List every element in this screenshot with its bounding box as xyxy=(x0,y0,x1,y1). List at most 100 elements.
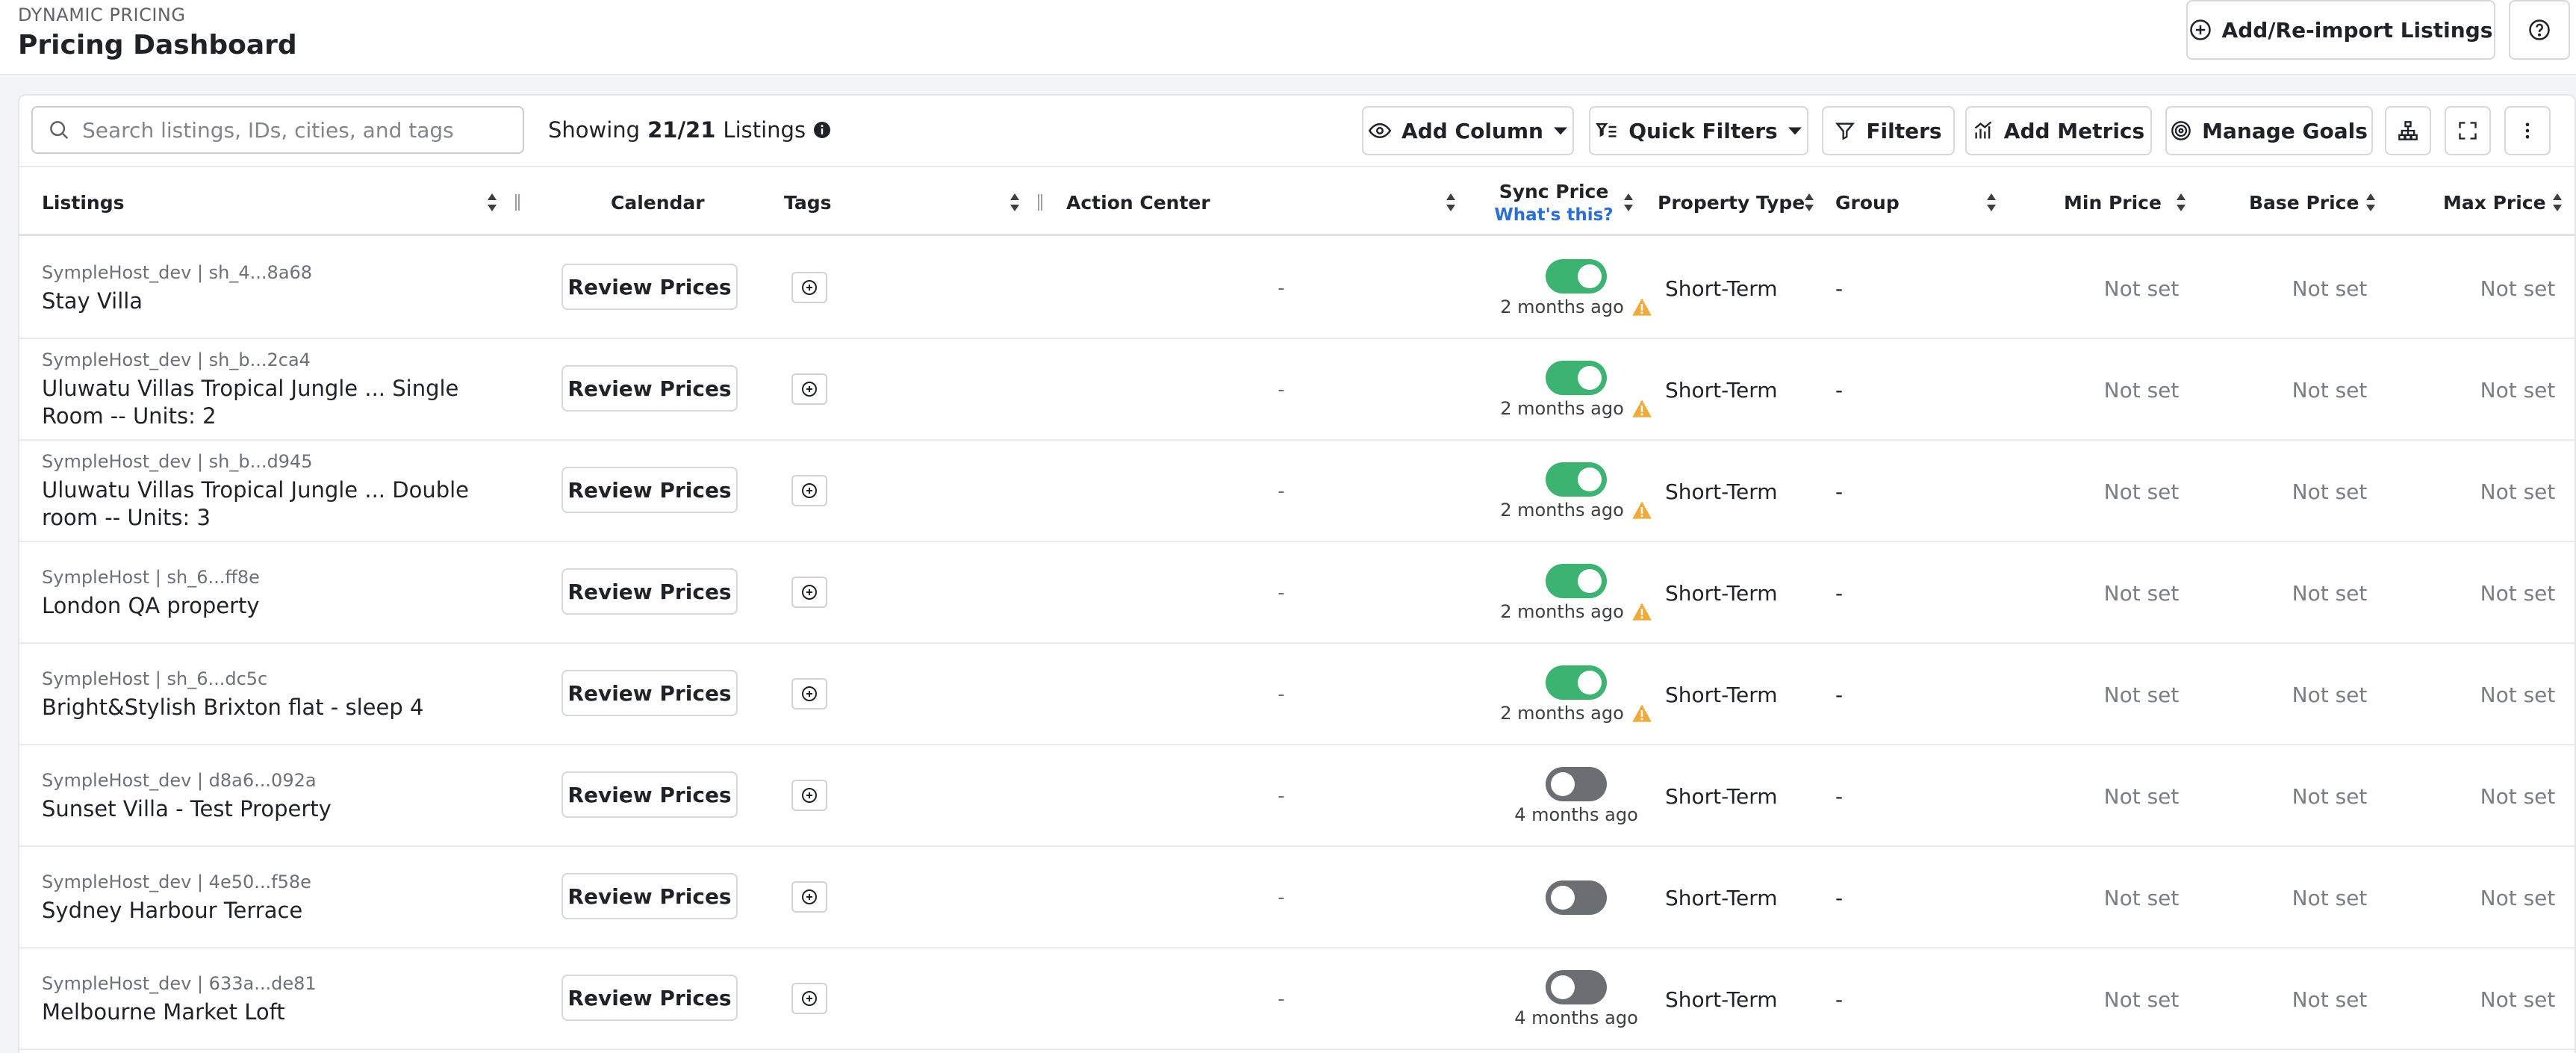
sort-icon[interactable] xyxy=(1009,193,1020,212)
filters-button[interactable]: Filters xyxy=(1822,106,1955,155)
listing-name[interactable]: Bright&Stylish Brixton flat - sleep 4 xyxy=(42,694,423,721)
listing-cell[interactable]: SympleHost_dev | 633a...de81 Melbourne M… xyxy=(42,948,520,1050)
base-price-value[interactable]: Not set xyxy=(2255,847,2404,948)
sync-price-toggle[interactable] xyxy=(1546,665,1607,700)
add-tag-button[interactable] xyxy=(791,373,827,405)
sort-icon[interactable] xyxy=(2365,193,2376,212)
review-prices-button[interactable]: Review Prices xyxy=(561,873,738,919)
search-input[interactable] xyxy=(82,117,500,143)
sync-price-toggle[interactable] xyxy=(1546,880,1607,915)
listing-cell[interactable]: SympleHost | sh_6...dc5c Bright&Stylish … xyxy=(42,644,520,745)
review-prices-button[interactable]: Review Prices xyxy=(561,467,738,513)
base-price-value[interactable]: Not set xyxy=(2255,542,2404,644)
min-price-value[interactable]: Not set xyxy=(2067,542,2216,644)
listing-name[interactable]: Melbourne Market Loft xyxy=(42,998,285,1026)
base-price-value[interactable]: Not set xyxy=(2255,745,2404,847)
min-price-value[interactable]: Not set xyxy=(2067,339,2216,441)
add-metrics-button[interactable]: Add Metrics xyxy=(1965,106,2152,155)
min-price-value[interactable]: Not set xyxy=(2067,644,2216,745)
manage-goals-button[interactable]: Manage Goals xyxy=(2165,106,2373,155)
listing-name[interactable]: Uluwatu Villas Tropical Jungle ... Singl… xyxy=(42,375,520,430)
listing-cell[interactable]: SympleHost_dev | d8a6...092a Sunset Vill… xyxy=(42,745,520,847)
column-header-group[interactable]: Group xyxy=(1835,167,1900,237)
sort-icon[interactable] xyxy=(1623,193,1634,212)
search-box[interactable] xyxy=(31,106,524,154)
listing-cell[interactable]: SympleHost_dev | sh_b...d945 Uluwatu Vil… xyxy=(42,441,520,542)
sort-icon[interactable] xyxy=(1986,193,1997,212)
sync-price-toggle[interactable] xyxy=(1546,259,1607,293)
column-header-max-price[interactable]: Max Price xyxy=(2443,167,2546,237)
base-price-value[interactable]: Not set xyxy=(2255,237,2404,339)
column-resize-handle[interactable] xyxy=(1038,194,1042,211)
min-price-value[interactable]: Not set xyxy=(2067,237,2216,339)
min-price-value[interactable]: Not set xyxy=(2067,441,2216,542)
whats-this-link[interactable]: What's this? xyxy=(1494,205,1613,225)
add-tag-button[interactable] xyxy=(791,780,827,811)
min-price-value[interactable]: Not set xyxy=(2067,948,2216,1050)
sort-icon[interactable] xyxy=(1446,193,1456,212)
add-reimport-listings-button[interactable]: Add/Re-import Listings xyxy=(2186,0,2495,60)
max-price-value[interactable]: Not set xyxy=(2443,542,2575,644)
listing-name[interactable]: Stay Villa xyxy=(42,288,143,315)
listing-cell[interactable]: SympleHost_dev | 4e50...f58e Sydney Harb… xyxy=(42,847,520,948)
sync-price-toggle[interactable] xyxy=(1546,564,1607,598)
max-price-value[interactable]: Not set xyxy=(2443,745,2575,847)
fullscreen-button[interactable] xyxy=(2445,106,2491,155)
min-price-value[interactable]: Not set xyxy=(2067,745,2216,847)
column-header-base-price[interactable]: Base Price xyxy=(2249,167,2359,237)
review-prices-button[interactable]: Review Prices xyxy=(561,975,738,1021)
min-price-value[interactable]: Not set xyxy=(2067,847,2216,948)
more-options-button[interactable] xyxy=(2504,106,2551,155)
listing-name[interactable]: London QA property xyxy=(42,592,260,620)
max-price-value[interactable]: Not set xyxy=(2443,847,2575,948)
add-tag-button[interactable] xyxy=(791,983,827,1014)
warning-icon[interactable] xyxy=(1631,297,1652,317)
column-header-action-center[interactable]: Action Center xyxy=(1066,167,1210,237)
base-price-value[interactable]: Not set xyxy=(2255,948,2404,1050)
listing-cell[interactable]: SympleHost_dev | sh_b...2ca4 Uluwatu Vil… xyxy=(42,339,520,441)
column-header-property-type[interactable]: Property Type xyxy=(1658,167,1805,237)
review-prices-button[interactable]: Review Prices xyxy=(561,365,738,411)
review-prices-button[interactable]: Review Prices xyxy=(561,568,738,615)
listing-cell[interactable]: SympleHost_dev | sh_4...8a68 Stay Villa xyxy=(42,237,520,339)
sync-price-toggle[interactable] xyxy=(1546,462,1607,497)
max-price-value[interactable]: Not set xyxy=(2443,441,2575,542)
add-column-button[interactable]: Add Column xyxy=(1362,106,1574,155)
listing-name[interactable]: Sydney Harbour Terrace xyxy=(42,897,302,925)
review-prices-button[interactable]: Review Prices xyxy=(561,264,738,310)
sync-price-toggle[interactable] xyxy=(1546,970,1607,1004)
column-header-tags[interactable]: Tags xyxy=(784,167,831,237)
listing-name[interactable]: Uluwatu Villas Tropical Jungle ... Doubl… xyxy=(42,476,520,532)
add-tag-button[interactable] xyxy=(791,272,827,303)
max-price-value[interactable]: Not set xyxy=(2443,644,2575,745)
max-price-value[interactable]: Not set xyxy=(2443,948,2575,1050)
max-price-value[interactable]: Not set xyxy=(2443,339,2575,441)
info-icon[interactable] xyxy=(813,121,831,139)
add-tag-button[interactable] xyxy=(791,475,827,506)
sort-icon[interactable] xyxy=(2176,193,2186,212)
sort-icon[interactable] xyxy=(1804,193,1814,212)
warning-icon[interactable] xyxy=(1631,703,1652,723)
listing-name[interactable]: Sunset Villa - Test Property xyxy=(42,795,332,823)
column-header-listings[interactable]: Listings xyxy=(42,167,124,237)
add-tag-button[interactable] xyxy=(791,577,827,608)
sort-icon[interactable] xyxy=(2552,193,2563,212)
help-button[interactable] xyxy=(2509,0,2570,60)
sort-icon[interactable] xyxy=(487,193,497,212)
column-resize-handle[interactable] xyxy=(515,194,520,211)
quick-filters-button[interactable]: Quick Filters xyxy=(1589,106,1808,155)
base-price-value[interactable]: Not set xyxy=(2255,644,2404,745)
add-tag-button[interactable] xyxy=(791,881,827,913)
add-tag-button[interactable] xyxy=(791,678,827,709)
column-header-sync-price[interactable]: Sync Price What's this? xyxy=(1475,167,1632,237)
warning-icon[interactable] xyxy=(1631,500,1652,520)
max-price-value[interactable]: Not set xyxy=(2443,237,2575,339)
column-header-min-price[interactable]: Min Price xyxy=(2064,167,2162,237)
sync-price-toggle[interactable] xyxy=(1546,361,1607,395)
listing-cell[interactable]: SympleHost | sh_6...ff8e London QA prope… xyxy=(42,542,520,644)
review-prices-button[interactable]: Review Prices xyxy=(561,670,738,716)
hierarchy-view-button[interactable] xyxy=(2385,106,2431,155)
sync-price-toggle[interactable] xyxy=(1546,767,1607,801)
warning-icon[interactable] xyxy=(1631,399,1652,418)
warning-icon[interactable] xyxy=(1631,602,1652,621)
